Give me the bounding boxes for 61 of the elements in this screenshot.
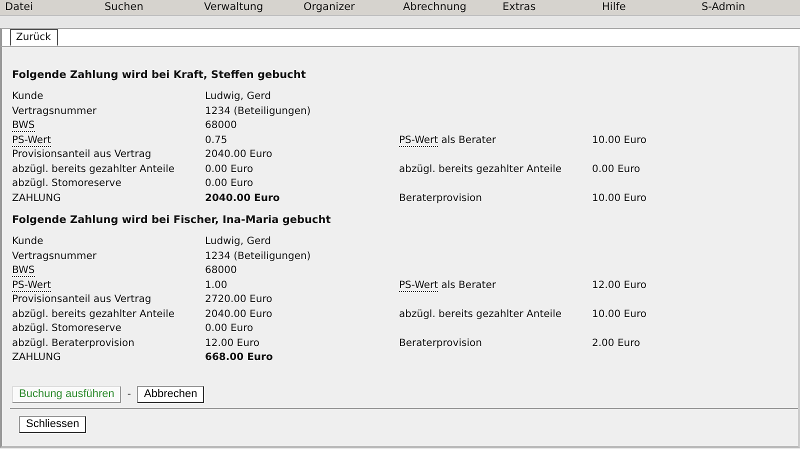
menu-item[interactable]: Hilfe (602, 0, 626, 15)
field-label: Kunde (12, 90, 44, 104)
field-value: 12.00 Euro (205, 336, 260, 350)
confirm-button[interactable]: Buchung ausführen (12, 386, 122, 402)
field-value: 0.00 Euro (592, 162, 642, 176)
field-label: abzügl. Beraterprovision (12, 336, 136, 350)
field-value: 10.00 Euro (592, 134, 648, 148)
field-label: abzügl. Stomoreserve (12, 322, 122, 336)
field-value: 0.75 (205, 134, 228, 148)
field-value: 12.00 Euro (592, 278, 648, 292)
menu-item[interactable]: Verwaltung (204, 0, 264, 15)
field-value: 2.00 Euro (592, 336, 642, 350)
field-label: ZAHLUNG (12, 351, 62, 365)
field-value: 2040.00 Euro (205, 308, 274, 322)
field-value: 1234 (Beteiligungen) (205, 104, 312, 118)
field-value: 10.00 Euro (592, 192, 648, 206)
menu-item[interactable]: Suchen (104, 0, 144, 15)
field-value: 0.00 Euro (205, 322, 254, 336)
field-value: 668.00 Euro (205, 351, 274, 365)
field-label: BWS (12, 119, 36, 134)
menu-item[interactable]: Organizer (304, 0, 355, 15)
field-label: BWS (12, 264, 36, 278)
menu-item[interactable]: Extras (502, 0, 536, 15)
field-label: ZAHLUNG (12, 192, 62, 206)
field-value: 1.00 (205, 278, 228, 292)
field-value: 2040.00 Euro (205, 148, 274, 162)
menu-item[interactable]: Datei (5, 0, 34, 15)
field-label: Beraterprovision (399, 192, 483, 206)
menu-item[interactable]: Abrechnung (403, 0, 466, 15)
field-value: Ludwig, Gerd (205, 235, 272, 249)
cancel-button[interactable]: Abbrechen (137, 386, 204, 402)
field-value: Ludwig, Gerd (205, 90, 272, 104)
field-value: 68000 (205, 264, 238, 278)
field-label: Beraterprovision (399, 336, 483, 350)
field-label: Vertragsnummer (12, 104, 98, 118)
field-label: abzügl. bereits gezahlter Anteile (12, 308, 176, 322)
field-value: 68000 (205, 119, 238, 133)
field-value: 2040.00 Euro (205, 192, 281, 206)
field-label: abzügl. bereits gezahlter Anteile (399, 162, 562, 176)
close-button[interactable]: Schliessen (19, 416, 86, 432)
field-value: 2720.00 Euro (205, 293, 274, 307)
field-value: 0.00 Euro (205, 162, 254, 176)
field-label: Kunde (12, 235, 44, 249)
field-label: PS-Wert als Berater (399, 134, 497, 148)
field-value: 10.00 Euro (592, 308, 648, 322)
menu-item[interactable]: S-Admin (702, 0, 746, 15)
field-label: Provisionsanteil aus Vertrag (12, 293, 152, 307)
section-title: Folgende Zahlung wird bei Kraft, Steffen gebucht (12, 69, 307, 81)
field-label: PS-Wert (12, 134, 52, 148)
field-label: Provisionsanteil aus Vertrag (12, 148, 152, 162)
field-label: PS-Wert als Berater (399, 278, 497, 293)
field-label: PS-Wert (12, 278, 52, 293)
field-value: 0.00 Euro (205, 177, 254, 191)
field-label: Vertragsnummer (12, 250, 98, 264)
separator-text: - (127, 388, 132, 400)
field-label: abzügl. Stomoreserve (12, 177, 122, 191)
back-tab[interactable]: Zurück (10, 29, 58, 46)
field-label: abzügl. bereits gezahlter Anteile (399, 308, 562, 322)
field-label: abzügl. bereits gezahlter Anteile (12, 162, 176, 176)
field-value: 1234 (Beteiligungen) (205, 250, 312, 264)
section-title: Folgende Zahlung wird bei Fischer, Ina-Maria gebucht (12, 214, 332, 226)
